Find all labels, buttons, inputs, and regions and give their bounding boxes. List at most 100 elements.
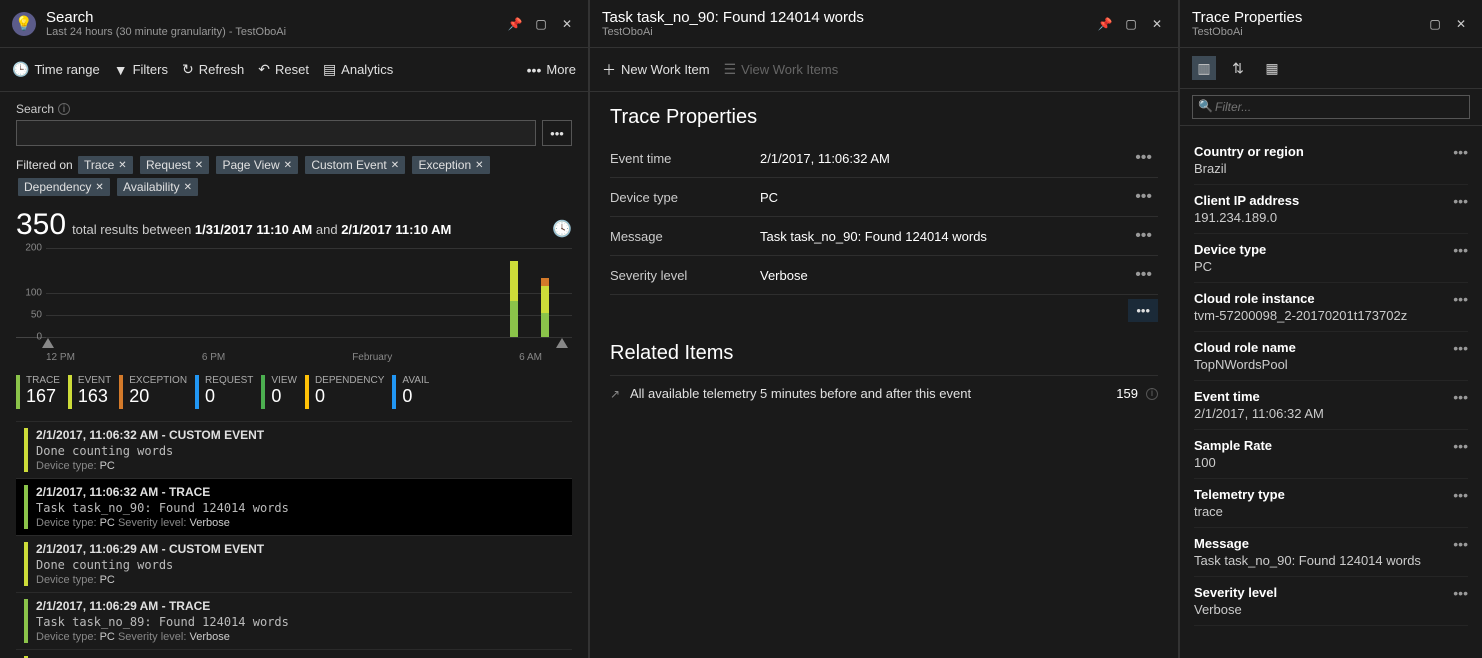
more-icon[interactable]: ••• xyxy=(1453,536,1468,552)
more-icon[interactable]: ••• xyxy=(1453,487,1468,503)
more-icon[interactable]: ••• xyxy=(1453,291,1468,307)
view-list-button[interactable]: ▥ xyxy=(1192,56,1216,80)
info-icon[interactable]: i xyxy=(1146,388,1158,400)
more-icon[interactable]: ••• xyxy=(1129,266,1158,284)
view-work-items-button[interactable]: ☰View Work Items xyxy=(724,61,839,78)
chart-bar[interactable] xyxy=(541,278,549,286)
close-icon[interactable]: ✕ xyxy=(184,182,192,193)
more-icon[interactable]: ••• xyxy=(1453,585,1468,601)
search-more-button[interactable]: ••• xyxy=(542,120,572,146)
stat-tile[interactable]: TRACE167 xyxy=(16,375,60,409)
close-icon[interactable]: ✕ xyxy=(284,160,292,171)
props-item-label: Telemetry type xyxy=(1194,487,1468,502)
stat-tile[interactable]: EVENT163 xyxy=(68,375,111,409)
props-item[interactable]: Severity levelVerbose••• xyxy=(1194,577,1468,626)
search-subtitle: Last 24 hours (30 minute granularity) - … xyxy=(46,26,506,38)
search-input[interactable] xyxy=(16,120,536,146)
property-row[interactable]: Severity levelVerbose••• xyxy=(610,256,1158,295)
reset-button[interactable]: ↶Reset xyxy=(258,61,309,78)
range-handle-left[interactable] xyxy=(42,338,54,348)
more-icon[interactable]: ••• xyxy=(1453,340,1468,356)
props-item[interactable]: Device typePC••• xyxy=(1194,234,1468,283)
more-icon[interactable]: ••• xyxy=(1129,149,1158,167)
property-row[interactable]: Device typePC••• xyxy=(610,178,1158,217)
event-row[interactable]: 2/1/2017, 11:06:29 AM - CUSTOM EVENTDone… xyxy=(16,535,572,592)
more-icon[interactable]: ••• xyxy=(1453,389,1468,405)
pin-icon[interactable]: 📌 xyxy=(506,15,524,33)
stat-tile[interactable]: VIEW0 xyxy=(261,375,297,409)
props-filter-input[interactable] xyxy=(1192,95,1470,119)
more-icon[interactable]: ••• xyxy=(1129,188,1158,206)
close-icon[interactable]: ✕ xyxy=(558,15,576,33)
stat-tile[interactable]: DEPENDENCY0 xyxy=(305,375,384,409)
view-grid-button[interactable]: ▦ xyxy=(1260,56,1284,80)
more-icon[interactable]: ••• xyxy=(1129,227,1158,245)
event-row[interactable]: 2/1/2017, 11:06:21 AM - CUSTOM EVENTDone… xyxy=(16,649,572,658)
props-item[interactable]: Country or regionBrazil••• xyxy=(1194,136,1468,185)
view-sort-button[interactable]: ⇅ xyxy=(1226,56,1250,80)
close-icon[interactable]: ✕ xyxy=(391,160,399,171)
maximize-icon[interactable]: ▢ xyxy=(1122,15,1140,33)
filter-tag-dependency[interactable]: Dependency✕ xyxy=(18,178,110,196)
props-toolbar: ▥ ⇅ ▦ xyxy=(1180,48,1482,89)
chart-bar[interactable] xyxy=(510,261,518,301)
props-item[interactable]: Telemetry typetrace••• xyxy=(1194,479,1468,528)
stat-tile[interactable]: REQUEST0 xyxy=(195,375,253,409)
filters-button[interactable]: ▼Filters xyxy=(114,62,168,78)
event-row[interactable]: 2/1/2017, 11:06:32 AM - TRACETask task_n… xyxy=(16,478,572,535)
filter-tag-request[interactable]: Request✕ xyxy=(140,156,209,174)
close-icon[interactable]: ✕ xyxy=(95,182,103,193)
props-item[interactable]: MessageTask task_no_90: Found 124014 wor… xyxy=(1194,528,1468,577)
stat-tile[interactable]: AVAIL0 xyxy=(392,375,429,409)
property-row[interactable]: Event time2/1/2017, 11:06:32 AM••• xyxy=(610,139,1158,178)
event-meta: Device type: xyxy=(36,460,100,472)
chart-bar[interactable] xyxy=(541,286,549,313)
history-icon[interactable]: 🕓 xyxy=(552,219,572,239)
props-item[interactable]: Cloud role nameTopNWordsPool••• xyxy=(1194,332,1468,381)
filter-tag-exception[interactable]: Exception✕ xyxy=(412,156,489,174)
more-icon[interactable]: ••• xyxy=(1453,438,1468,454)
props-item[interactable]: Client IP address191.234.189.0••• xyxy=(1194,185,1468,234)
more-icon[interactable]: ••• xyxy=(1453,144,1468,160)
filtered-on-label: Filtered on xyxy=(16,158,73,172)
refresh-button[interactable]: ↻Refresh xyxy=(182,61,244,78)
time-range-button[interactable]: 🕒Time range xyxy=(12,61,100,78)
chart-bar[interactable] xyxy=(541,313,549,337)
props-item[interactable]: Cloud role instancetvm-57200098_2-201702… xyxy=(1194,283,1468,332)
props-panel: Trace Properties TestOboAi ▢ ✕ ▥ ⇅ ▦ 🔍 C… xyxy=(1180,0,1482,658)
stat-value: 0 xyxy=(315,386,384,407)
filter-tag-availability[interactable]: Availability✕ xyxy=(117,178,198,196)
event-row[interactable]: 2/1/2017, 11:06:32 AM - CUSTOM EVENTDone… xyxy=(16,421,572,478)
filter-tag-pageview[interactable]: Page View✕ xyxy=(216,156,298,174)
more-icon[interactable]: ••• xyxy=(1453,242,1468,258)
analytics-button[interactable]: ▤Analytics xyxy=(323,61,393,78)
more-rows-button[interactable]: ••• xyxy=(1128,299,1158,322)
close-icon[interactable]: ✕ xyxy=(1148,15,1166,33)
more-icon[interactable]: ••• xyxy=(1453,193,1468,209)
filter-tag-trace[interactable]: Trace✕ xyxy=(78,156,133,174)
filter-tag-customevent[interactable]: Custom Event✕ xyxy=(305,156,405,174)
chart-bar[interactable] xyxy=(510,301,518,337)
maximize-icon[interactable]: ▢ xyxy=(532,15,550,33)
close-icon[interactable]: ✕ xyxy=(195,160,203,171)
range-handle-right[interactable] xyxy=(556,338,568,348)
props-item[interactable]: Sample Rate100••• xyxy=(1194,430,1468,479)
props-item[interactable]: Event time2/1/2017, 11:06:32 AM••• xyxy=(1194,381,1468,430)
close-icon[interactable]: ✕ xyxy=(118,160,126,171)
more-button[interactable]: •••More xyxy=(527,62,576,78)
close-icon[interactable]: ✕ xyxy=(1452,15,1470,33)
search-field-label: Searchi xyxy=(16,102,572,116)
maximize-icon[interactable]: ▢ xyxy=(1426,15,1444,33)
event-row[interactable]: 2/1/2017, 11:06:29 AM - TRACETask task_n… xyxy=(16,592,572,649)
close-icon[interactable]: ✕ xyxy=(475,160,483,171)
telemetry-chart[interactable]: 050100200 12 PM6 PMFebruary6 AM xyxy=(16,248,572,363)
search-panel: 💡 Search Last 24 hours (30 minute granul… xyxy=(0,0,590,658)
pin-icon[interactable]: 📌 xyxy=(1096,15,1114,33)
search-toolbar: 🕒Time range ▼Filters ↻Refresh ↶Reset ▤An… xyxy=(0,48,588,92)
property-row[interactable]: MessageTask task_no_90: Found 124014 wor… xyxy=(610,217,1158,256)
stat-tile[interactable]: EXCEPTION20 xyxy=(119,375,187,409)
new-work-item-button[interactable]: ＋New Work Item xyxy=(602,60,710,80)
related-telemetry-row[interactable]: ↗ All available telemetry 5 minutes befo… xyxy=(610,375,1158,411)
info-icon[interactable]: i xyxy=(58,103,70,115)
stat-label: DEPENDENCY xyxy=(315,375,384,386)
